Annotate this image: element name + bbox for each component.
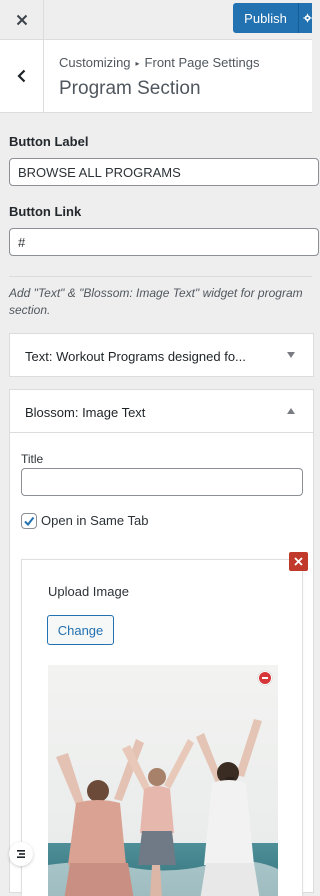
collapse-arrow-icon[interactable] xyxy=(287,408,295,414)
image-text-widget-header[interactable]: Blossom: Image Text xyxy=(9,389,314,433)
section-title: Program Section xyxy=(59,78,201,99)
close-icon xyxy=(294,557,303,566)
breadcrumb-parent: Front Page Settings xyxy=(144,55,260,70)
remove-widget-button[interactable] xyxy=(289,552,308,571)
text-widget-title: Text: Workout Programs designed fo... xyxy=(25,349,246,364)
title-field-label: Title xyxy=(21,452,44,466)
section-description: Add "Text" & "Blossom: Image Text" widge… xyxy=(9,286,303,317)
chevron-left-icon xyxy=(16,69,25,83)
widget-type: Text: xyxy=(25,349,53,364)
change-image-button[interactable]: Change xyxy=(47,615,114,645)
breadcrumb: Customizing ▸ Front Page Settings xyxy=(59,55,259,70)
close-icon xyxy=(16,14,27,26)
gear-icon xyxy=(303,13,312,23)
button-link-heading: Button Link xyxy=(9,204,82,219)
image-text-widget-title: Blossom: Image Text xyxy=(25,405,146,420)
handle-lines xyxy=(17,850,25,858)
checkmark-icon xyxy=(24,516,35,527)
close-customizer-button[interactable] xyxy=(0,0,44,40)
button-label-heading: Button Label xyxy=(9,134,89,149)
back-button[interactable] xyxy=(0,40,44,112)
open-same-tab-checkbox[interactable] xyxy=(21,513,37,529)
expand-arrow-icon[interactable] xyxy=(287,352,295,358)
breadcrumb-separator: ▸ xyxy=(135,59,140,68)
yoga-photo xyxy=(48,665,278,896)
text-widget-header[interactable]: Text: Workout Programs designed fo... xyxy=(9,333,314,377)
button-link-input[interactable]: # xyxy=(9,228,319,256)
publish-settings-button[interactable] xyxy=(298,3,312,33)
divider xyxy=(9,276,312,277)
customizer-header: Publish xyxy=(0,0,312,40)
open-same-tab-label: Open in Same Tab xyxy=(41,513,149,528)
breadcrumb-root: Customizing xyxy=(59,55,131,70)
image-text-widget-body: Title Open in Same Tab Upload Image Chan… xyxy=(9,433,314,896)
publish-button[interactable]: Publish xyxy=(233,3,298,33)
button-label-input[interactable]: BROWSE ALL PROGRAMS xyxy=(9,158,319,186)
image-upload-card: Upload Image Change xyxy=(21,559,303,896)
title-input[interactable] xyxy=(21,468,303,496)
uploaded-image xyxy=(48,665,278,896)
section-header: Customizing ▸ Front Page Settings Program … xyxy=(0,40,312,113)
menu-handle-icon[interactable] xyxy=(9,842,33,866)
widget-instance-title: Workout Programs designed fo... xyxy=(56,349,246,364)
remove-circle-icon[interactable] xyxy=(258,671,272,685)
upload-image-label: Upload Image xyxy=(48,584,129,599)
